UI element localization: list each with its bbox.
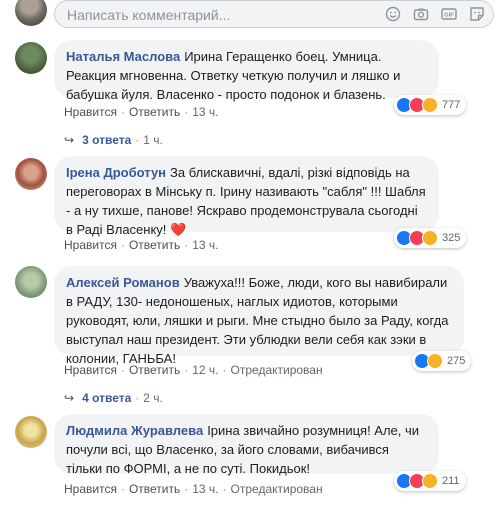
comment-actions: Нравится · Ответить · 12 ч. · Отредактирован (64, 363, 323, 377)
timestamp[interactable]: 13 ч. (192, 482, 218, 496)
avatar[interactable] (15, 42, 47, 74)
view-replies[interactable]: ↪ 3 ответа · 1 ч. (64, 133, 163, 147)
comment-input-placeholder: Написать комментарий... (67, 7, 231, 23)
reactions-summary[interactable]: 777 (394, 95, 467, 115)
svg-text:GIF: GIF (444, 13, 454, 19)
comment-actions: Нравится · Ответить · 13 ч. (64, 105, 219, 119)
avatar[interactable] (15, 158, 47, 190)
reply-link[interactable]: Ответить (129, 363, 180, 377)
comment-composer: Написать комментарий... GIF (0, 0, 502, 30)
haha-reaction-icon (427, 353, 443, 369)
author-name[interactable]: Ірена Дроботун (66, 165, 166, 180)
timestamp[interactable]: 13 ч. (192, 238, 218, 252)
avatar[interactable] (15, 416, 47, 448)
comment-actions: Нравится · Ответить · 13 ч. (64, 238, 219, 252)
comment-bubble: Ірена Дроботун За блискавичні, вдалі, різ… (54, 156, 439, 237)
comment-bubble: Людмила Журавлева Ірина звичайно розумниц… (54, 414, 439, 476)
comment-actions: Нравится · Ответить · 13 ч. · Отредактирован (64, 482, 323, 496)
author-name[interactable]: Людмила Журавлева (66, 423, 203, 438)
reactions-summary[interactable]: 325 (394, 228, 467, 248)
reply-arrow-icon: ↪ (64, 391, 75, 405)
reply-link[interactable]: Ответить (129, 238, 180, 252)
reply-count[interactable]: 3 ответа (82, 133, 131, 147)
reply-time: 1 ч. (143, 133, 163, 147)
like-link[interactable]: Нравится (64, 482, 117, 496)
reply-count[interactable]: 4 ответа (82, 391, 131, 405)
author-name[interactable]: Алексей Романов (66, 275, 180, 290)
reaction-count: 777 (442, 99, 461, 111)
edited-label[interactable]: Отредактирован (231, 363, 323, 377)
comment-input[interactable]: Написать комментарий... GIF (54, 0, 494, 28)
like-link[interactable]: Нравится (64, 363, 117, 377)
reactions-summary[interactable]: 275 (412, 351, 472, 371)
reaction-count: 325 (442, 232, 461, 244)
reply-time: 2 ч. (143, 391, 163, 405)
gif-icon[interactable]: GIF (441, 6, 457, 22)
comment-bubble: Наталья Маслова Ирина Геращенко боец. Умн… (54, 40, 439, 102)
reply-arrow-icon: ↪ (64, 133, 75, 147)
timestamp[interactable]: 13 ч. (192, 105, 218, 119)
avatar[interactable] (15, 266, 47, 298)
reply-link[interactable]: Ответить (129, 105, 180, 119)
edited-label[interactable]: Отредактирован (231, 482, 323, 496)
haha-reaction-icon (422, 473, 438, 489)
sticker-icon[interactable] (469, 6, 485, 22)
timestamp[interactable]: 12 ч. (192, 363, 218, 377)
comment-bubble: Алексей Романов Уважуха!!! Боже, люди, ко… (54, 266, 464, 366)
author-name[interactable]: Наталья Маслова (66, 49, 180, 64)
composer-icons: GIF (385, 6, 485, 22)
current-user-avatar[interactable] (15, 0, 47, 26)
reaction-count: 275 (447, 355, 466, 367)
heart-emoji: ❤️ (170, 222, 187, 237)
reply-link[interactable]: Ответить (129, 482, 180, 496)
haha-reaction-icon (422, 230, 438, 246)
reaction-count: 211 (442, 475, 460, 487)
view-replies[interactable]: ↪ 4 ответа · 2 ч. (64, 391, 163, 405)
like-link[interactable]: Нравится (64, 105, 117, 119)
reactions-summary[interactable]: 211 (394, 471, 466, 491)
like-link[interactable]: Нравится (64, 238, 117, 252)
camera-icon[interactable] (413, 6, 429, 22)
haha-reaction-icon (422, 97, 438, 113)
emoji-icon[interactable] (385, 6, 401, 22)
